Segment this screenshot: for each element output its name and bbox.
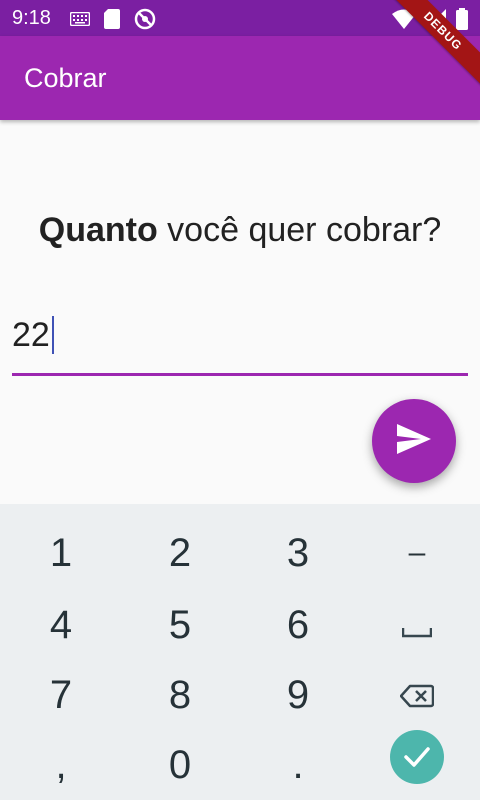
- app-bar: Cobrar: [0, 36, 480, 120]
- key-minus[interactable]: –: [362, 520, 472, 586]
- key-4[interactable]: 4: [6, 592, 116, 658]
- no-disturb-icon: [134, 8, 156, 35]
- page-title: Cobrar: [24, 63, 107, 93]
- key-5[interactable]: 5: [125, 592, 235, 658]
- key-1[interactable]: 1: [6, 520, 116, 586]
- status-icons-left: [69, 8, 156, 35]
- key-7-label: 7: [49, 672, 73, 717]
- send-icon: [397, 423, 431, 459]
- key-2-label: 2: [168, 530, 192, 575]
- send-button[interactable]: [372, 399, 456, 483]
- key-space[interactable]: [362, 592, 472, 658]
- key-3-label: 3: [286, 530, 310, 575]
- key-8[interactable]: 8: [125, 662, 235, 728]
- key-period[interactable]: .: [243, 732, 353, 798]
- key-ok[interactable]: [362, 724, 472, 790]
- key-1-label: 1: [49, 530, 73, 575]
- key-6-label: 6: [286, 602, 310, 647]
- key-comma-label: ,: [55, 742, 67, 787]
- backspace-icon: [399, 673, 435, 718]
- key-comma[interactable]: ,: [6, 732, 116, 798]
- status-time: 9:18: [12, 7, 51, 29]
- key-0-label: 0: [168, 742, 192, 787]
- key-8-label: 8: [168, 672, 192, 717]
- key-6[interactable]: 6: [243, 592, 353, 658]
- amount-text: 22: [12, 316, 50, 354]
- space-icon: [401, 603, 433, 648]
- keyboard-icon: [69, 11, 91, 31]
- question-bold: Quanto: [38, 211, 158, 249]
- key-9-label: 9: [286, 672, 310, 717]
- question-rest: você quer cobrar?: [157, 211, 442, 249]
- text-cursor: [51, 316, 54, 355]
- key-minus-label: –: [408, 536, 426, 569]
- amount-input[interactable]: 22: [12, 310, 468, 376]
- key-3[interactable]: 3: [243, 520, 353, 586]
- check-icon: [390, 730, 444, 784]
- key-0[interactable]: 0: [125, 732, 235, 798]
- question-text: Quanto você quer cobrar?: [0, 210, 480, 250]
- key-5-label: 5: [168, 602, 192, 647]
- key-9[interactable]: 9: [243, 662, 353, 728]
- numeric-keyboard: 1 2 3 – 4 5 6 7 8 9 , 0 .: [0, 504, 480, 800]
- key-2[interactable]: 2: [125, 520, 235, 586]
- key-period-label: .: [292, 742, 304, 787]
- key-backspace[interactable]: [362, 662, 472, 728]
- sd-card-icon: [104, 9, 120, 34]
- key-7[interactable]: 7: [6, 662, 116, 728]
- key-4-label: 4: [49, 602, 73, 647]
- amount-value: 22: [12, 315, 54, 356]
